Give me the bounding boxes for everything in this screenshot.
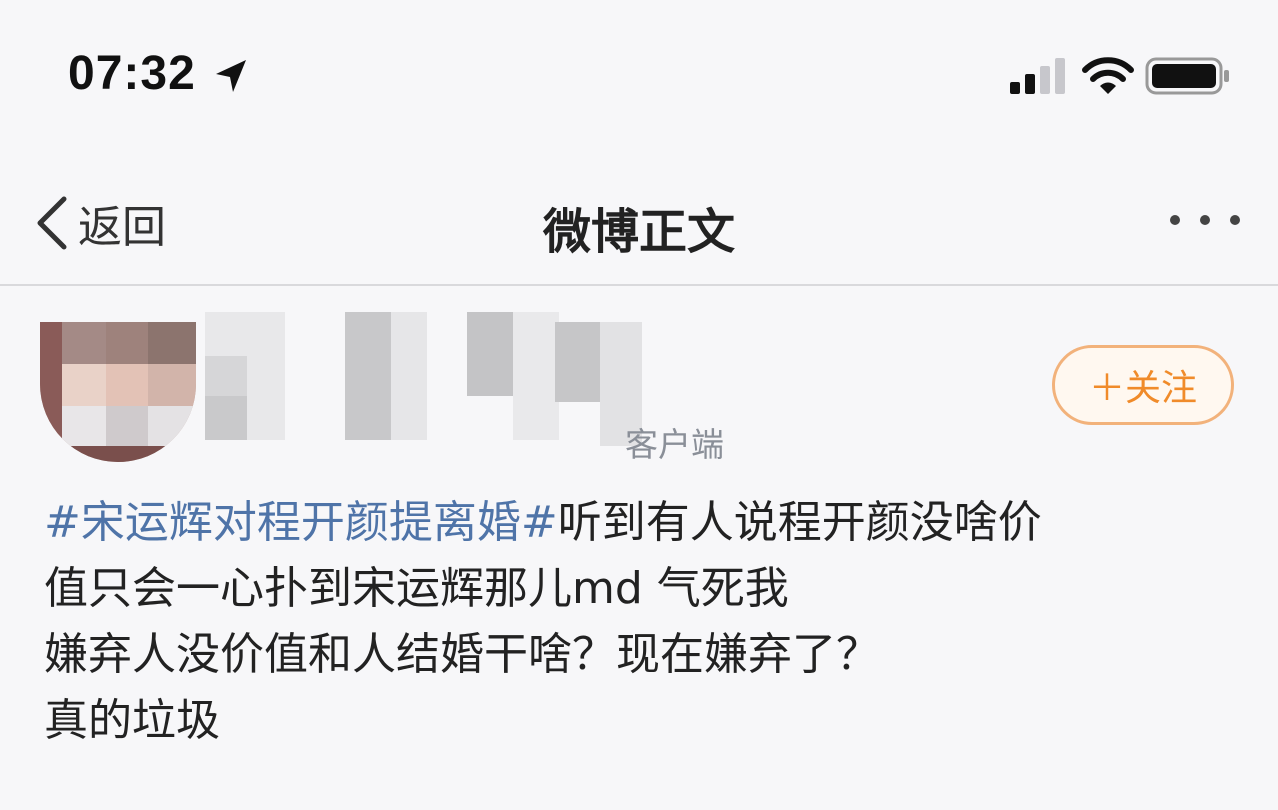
post-body: #宋运辉对程开颜提离婚#听到有人说程开颜没啥价 值只会一心扑到宋运辉那儿md 气…: [44, 490, 1254, 754]
username-redacted[interactable]: [205, 312, 645, 452]
post-line-3: 嫌弃人没价值和人结婚干啥？现在嫌弃了？: [44, 629, 880, 680]
status-time: 07:32: [68, 47, 196, 100]
wifi-icon: [1082, 57, 1134, 94]
page-title: 微博正文: [542, 204, 735, 260]
post-line-4: 真的垃圾: [44, 695, 220, 746]
location-arrow-icon: [216, 60, 246, 92]
post-line-2: 值只会一心扑到宋运辉那儿md 气死我: [44, 563, 789, 614]
status-bar: 07:32: [0, 0, 1278, 140]
battery-icon: [1145, 57, 1229, 95]
nav-bar: 返回 微博正文: [0, 170, 1278, 270]
hashtag-link[interactable]: #宋运辉对程开颜提离婚#: [44, 497, 558, 548]
cellular-signal-icon: [1010, 58, 1065, 94]
post-line-1: #宋运辉对程开颜提离婚#听到有人说程开颜没啥价: [44, 490, 1254, 556]
post-text: 听到有人说程开颜没啥价: [557, 497, 1042, 548]
avatar[interactable]: [40, 322, 196, 462]
nav-divider: [0, 284, 1278, 286]
post-meta: 客户端: [625, 425, 724, 464]
more-icon[interactable]: [1165, 210, 1245, 230]
follow-button[interactable]: ＋关注: [1052, 345, 1234, 425]
